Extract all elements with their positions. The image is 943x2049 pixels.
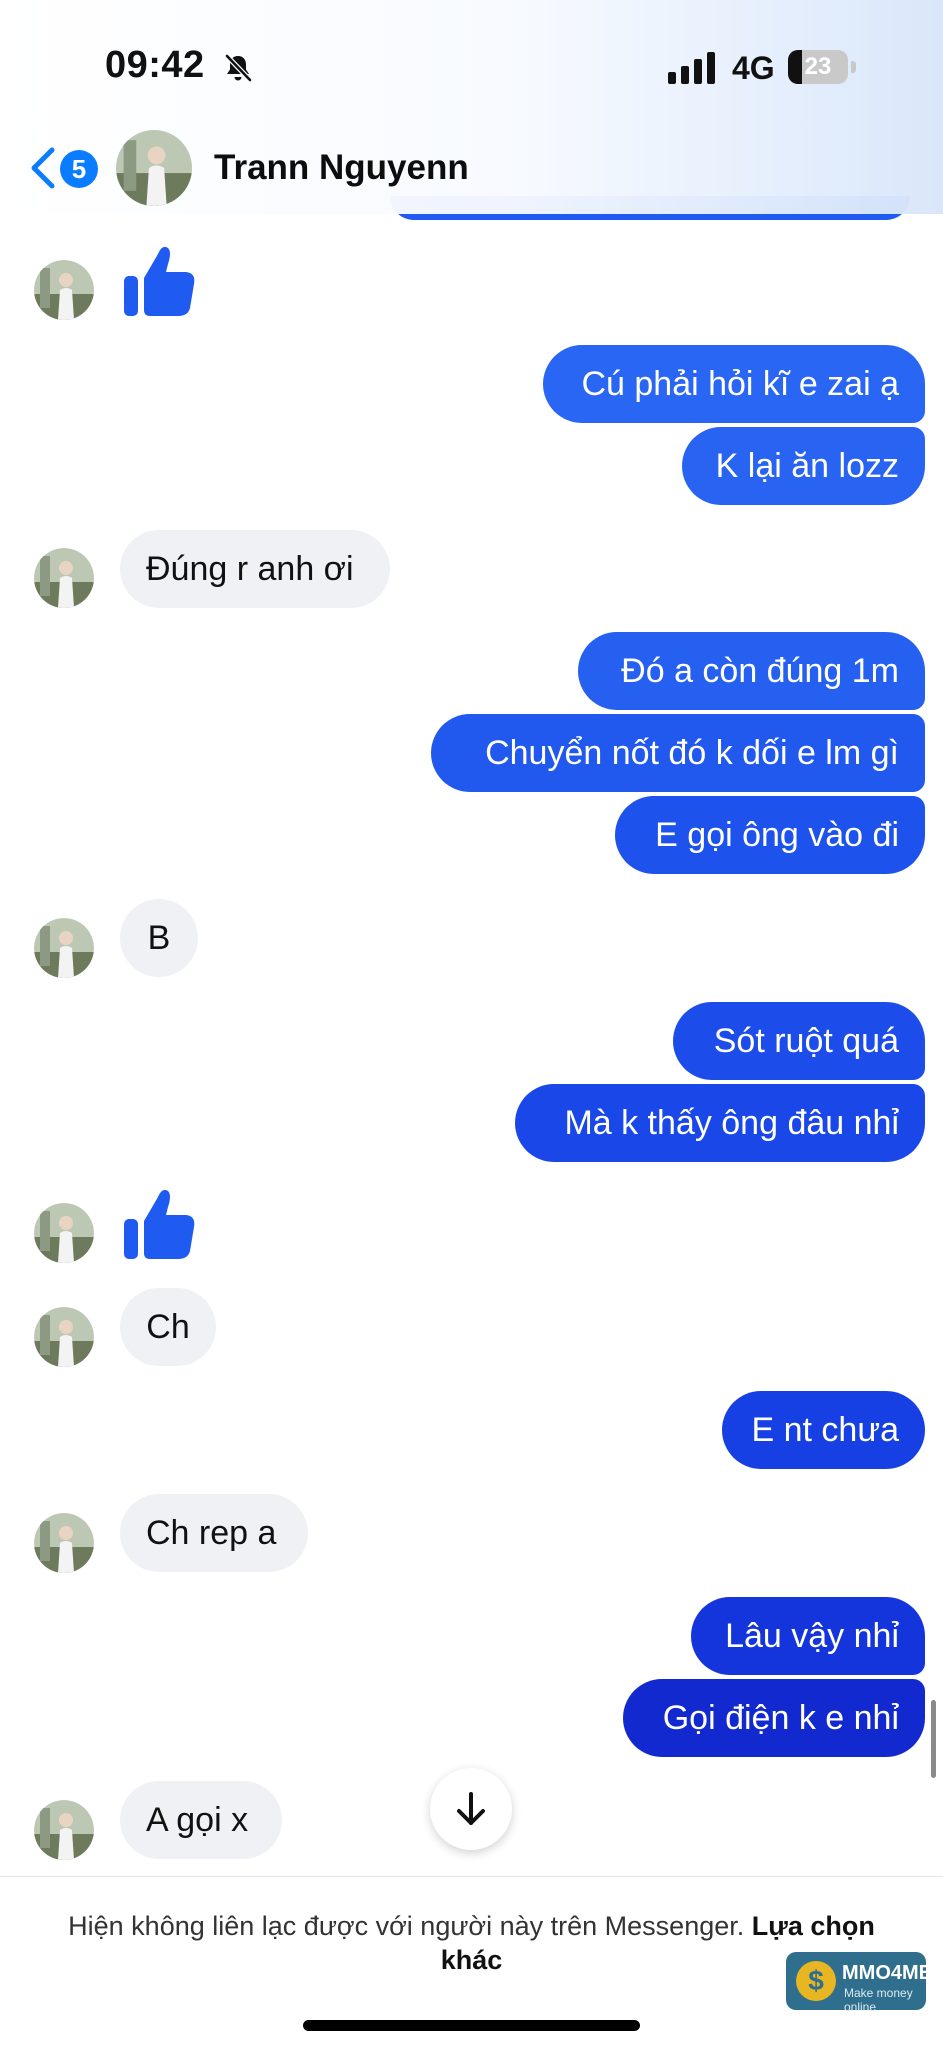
- like-thumbs-up-icon: [124, 1189, 195, 1259]
- outgoing-message[interactable]: Gọi điện k e nhỉ: [623, 1679, 925, 1757]
- outgoing-message[interactable]: E gọi ông vào đi: [615, 796, 925, 874]
- watermark-tagline: Make money online: [844, 1986, 913, 2014]
- contact-avatar[interactable]: [116, 130, 192, 206]
- sender-avatar: [34, 1203, 94, 1263]
- incoming-message[interactable]: Đúng r anh ơi: [120, 530, 390, 608]
- incoming-message[interactable]: B: [120, 899, 198, 977]
- home-indicator[interactable]: [303, 2020, 640, 2031]
- outgoing-message[interactable]: Mà k thấy ông đâu nhỉ: [515, 1084, 925, 1162]
- back-button[interactable]: 5: [22, 142, 102, 194]
- watermark-logo: $ MMO4ME Make money online: [786, 1952, 932, 2014]
- sender-avatar: [34, 1800, 94, 1860]
- muted-bell-icon: [225, 54, 252, 82]
- back-chevron-icon: [31, 147, 55, 189]
- sender-avatar: [34, 260, 94, 320]
- battery-level: 23: [804, 53, 832, 80]
- outgoing-message[interactable]: Cú phải hỏi kĩ e zai ạ: [543, 345, 925, 423]
- sender-avatar: [34, 918, 94, 978]
- incoming-message[interactable]: Ch: [120, 1288, 216, 1366]
- battery-icon: 23: [788, 50, 858, 86]
- outgoing-message[interactable]: Sót ruột quá: [673, 1002, 925, 1080]
- contact-name[interactable]: Trann Nguyenn: [214, 148, 469, 188]
- dollar-coin-icon: $: [796, 1961, 836, 2001]
- incoming-message[interactable]: Ch rep a: [120, 1494, 308, 1572]
- scrollbar[interactable]: [931, 1700, 936, 1778]
- outgoing-message[interactable]: Chuyển nốt đó k dối e lm gì: [431, 714, 925, 792]
- unavailable-notice-text: Hiện không liên lạc được với người này t…: [68, 1911, 745, 1941]
- status-bar: 09:42 4G 23: [0, 0, 943, 130]
- arrow-down-icon: [457, 1792, 485, 1825]
- scroll-to-bottom-button[interactable]: [430, 1768, 512, 1850]
- incoming-message[interactable]: A gọi x: [120, 1781, 282, 1859]
- sender-avatar: [34, 1307, 94, 1367]
- composer-unavailable-footer: Hiện không liên lạc được với người này t…: [0, 1876, 943, 2049]
- sender-avatar: [34, 548, 94, 608]
- watermark-brand: MMO4ME: [842, 1962, 932, 1984]
- signal-icon: [668, 52, 715, 84]
- unavailable-notice: Hiện không liên lạc được với người này t…: [40, 1909, 903, 1977]
- outgoing-message[interactable]: K lại ăn lozz: [682, 427, 925, 505]
- outgoing-message[interactable]: Lâu vậy nhỉ: [691, 1597, 925, 1675]
- sender-avatar: [34, 1513, 94, 1573]
- status-time: 09:42: [105, 44, 205, 86]
- unread-count-badge: 5: [60, 150, 98, 188]
- outgoing-message[interactable]: Đó a còn đúng 1m: [578, 632, 925, 710]
- like-thumbs-up-icon: [124, 246, 195, 316]
- outgoing-message[interactable]: E nt chưa: [722, 1391, 925, 1469]
- network-type: 4G: [732, 50, 775, 86]
